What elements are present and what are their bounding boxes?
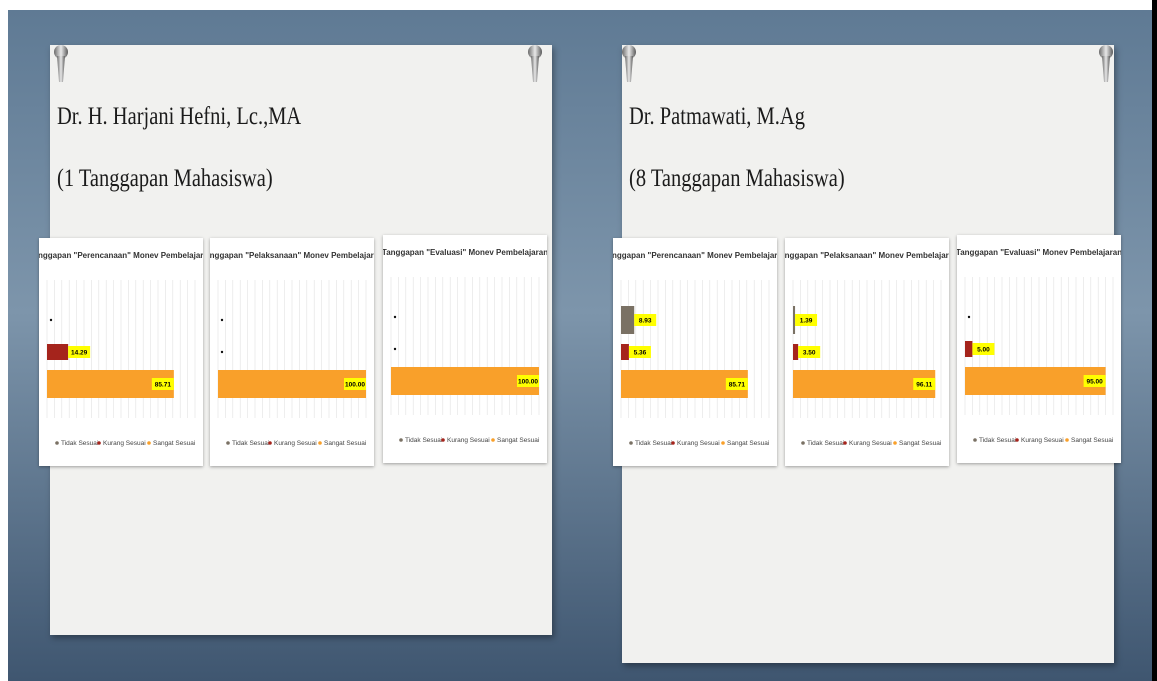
pushpin-icon [1099,45,1113,82]
data-label: 85.71 [729,382,746,389]
bar [793,344,799,360]
bar-chart: Tanggapan "Pelaksanaan" Monev Pembelajar… [210,251,374,447]
legend-swatch [97,441,101,445]
data-label: 8.93 [639,318,652,325]
zero-value-dot [393,315,397,319]
data-label: 5.36 [634,350,647,357]
bar-chart: Tanggapan "Perencanaan" Monev Pembelajar… [39,251,203,447]
slide: Dr. H. Harjani Hefni, Lc.,MA (1 Tanggapa… [0,0,1157,681]
legend-swatch [671,441,675,445]
chart-title: Tanggapan "Perencanaan" Monev Pembelajar… [39,251,203,260]
chart-card: Tanggapan "Pelaksanaan" Monev Pembelajar… [210,238,374,466]
legend-entry: Kurang Sesuai [849,440,892,447]
legend-swatch [399,438,403,442]
legend-entry: Sangat Sesuai [497,437,539,444]
bar [793,306,796,334]
legend-swatch [268,441,272,445]
data-label: 100.00 [518,379,538,386]
legend-swatch [893,441,897,445]
bar-chart: Tanggapan "Pelaksanaan" Monev Pembelajar… [785,251,949,447]
legend-swatch [629,441,633,445]
legend-entry: Tidak Sesuai [807,440,844,447]
chart-card: Tanggapan "Perencanaan" Monev Pembelajar… [39,238,203,466]
legend-swatch [55,441,59,445]
zero-value-dot [220,318,224,322]
response-count: (8 Tanggapan Mahasiswa) [629,165,845,192]
bar [621,344,629,360]
response-count: (1 Tanggapan Mahasiswa) [57,165,273,192]
legend-swatch [1015,438,1019,442]
legend-swatch [801,441,805,445]
chart-title: Tanggapan "Evaluasi" Monev Pembelajaran [383,248,547,257]
bar-chart: Tanggapan "Evaluasi" Monev Pembelajaran 1… [383,248,547,444]
legend-entry: Sangat Sesuai [1071,437,1113,444]
legend-entry: Kurang Sesuai [1021,437,1064,444]
legend-swatch [1065,438,1069,442]
chart-card: Tanggapan "Evaluasi" Monev Pembelajaran 1… [383,235,547,463]
legend-swatch [843,441,847,445]
legend-swatch [226,441,230,445]
zero-value-dot [49,318,53,322]
legend-entry: Kurang Sesuai [274,440,317,447]
legend-entry: Tidak Sesuai [635,440,672,447]
bar-chart: Tanggapan "Perencanaan" Monev Pembelajar… [613,251,777,447]
legend-entry: Sangat Sesuai [324,440,366,447]
zero-value-dot [220,350,224,354]
data-label: 5.00 [977,347,990,354]
zero-value-dot [393,347,397,351]
data-label: 1.39 [800,318,813,325]
legend-entry: Tidak Sesuai [979,437,1016,444]
legend-swatch [721,441,725,445]
legend-entry: Kurang Sesuai [103,440,146,447]
legend-entry: Kurang Sesuai [677,440,720,447]
pushpin-icon [54,45,68,82]
lecturer-name: Dr. Patmawati, M.Ag [629,103,805,130]
legend-entry: Sangat Sesuai [727,440,769,447]
bar [47,344,69,360]
data-label: 96.11 [916,382,932,389]
legend-swatch [491,438,495,442]
data-label: 100.00 [345,382,365,389]
legend-swatch [441,438,445,442]
data-label: 85.71 [155,382,172,389]
bar [621,306,635,334]
data-label: 3.50 [803,350,816,357]
legend-entry: Tidak Sesuai [61,440,98,447]
data-label: 95.00 [1086,379,1103,386]
legend-entry: Sangat Sesuai [899,440,941,447]
chart-title: Tanggapan "Perencanaan" Monev Pembelajar… [613,251,777,260]
zero-value-dot [967,315,971,319]
legend-swatch [318,441,322,445]
bar-chart: Tanggapan "Evaluasi" Monev Pembelajaran 5… [957,248,1121,444]
pushpin-icon [622,45,636,82]
chart-title: Tanggapan "Pelaksanaan" Monev Pembelajar… [785,251,949,260]
bar [965,341,973,357]
chart-title: Tanggapan "Evaluasi" Monev Pembelajaran [957,248,1121,257]
lecturer-name: Dr. H. Harjani Hefni, Lc.,MA [57,103,302,130]
legend-swatch [973,438,977,442]
chart-card: Tanggapan "Evaluasi" Monev Pembelajaran 5… [957,235,1121,463]
legend-entry: Tidak Sesuai [405,437,442,444]
chart-title: Tanggapan "Pelaksanaan" Monev Pembelajar… [210,251,374,260]
chart-card: Tanggapan "Pelaksanaan" Monev Pembelajar… [785,238,949,466]
bar [391,367,539,395]
data-label: 14.29 [71,350,88,357]
pushpin-icon [528,45,542,82]
legend-swatch [147,441,151,445]
chart-card: Tanggapan "Perencanaan" Monev Pembelajar… [613,238,777,466]
legend-entry: Sangat Sesuai [153,440,195,447]
bar [218,370,366,398]
legend-entry: Kurang Sesuai [447,437,490,444]
legend-entry: Tidak Sesuai [232,440,269,447]
